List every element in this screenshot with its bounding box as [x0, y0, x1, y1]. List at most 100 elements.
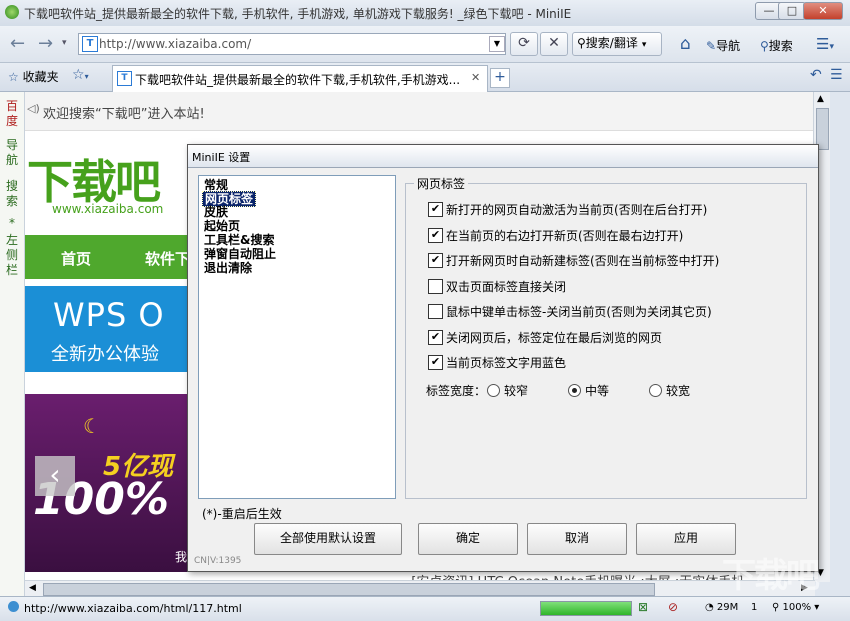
- zoom-icon: ⚲: [772, 602, 780, 613]
- menu-icon[interactable]: ☰▾: [816, 35, 834, 53]
- option-checkbox[interactable]: [428, 304, 443, 319]
- site-nav-home[interactable]: 首页: [61, 248, 91, 269]
- group-title: 网页标签: [414, 175, 469, 192]
- memory-usage: ◔ 29M: [705, 602, 738, 613]
- favorites-label: 收藏夹: [22, 70, 59, 84]
- undo-close-icon[interactable]: ↶: [810, 67, 822, 83]
- tab-width-label: 标签宽度：: [426, 384, 487, 398]
- nav-link-search[interactable]: ⚲搜索: [760, 37, 793, 54]
- scroll-up-icon[interactable]: ▲: [817, 94, 824, 104]
- favorites-button[interactable]: ☆ 收藏夹: [8, 68, 59, 85]
- tab-width-radio-medium[interactable]: [568, 384, 581, 397]
- site-logo[interactable]: 下载吧 www.xiazaiba.com: [25, 144, 187, 224]
- progress-fill: [541, 602, 631, 615]
- sidebar-item-left-panel[interactable]: 左侧栏: [5, 233, 19, 278]
- option-label: 新打开的网页自动激活为当前页(否则在后台打开): [446, 203, 708, 217]
- option-label: 双击页面标签直接关闭: [446, 280, 567, 294]
- option-label: 在当前页的右边打开新页(否则在最右边打开): [446, 229, 684, 243]
- restart-note: (*)-重启后生效: [202, 507, 282, 521]
- option-label: 鼠标中键单击标签-关闭当前页(否则为关闭其它页): [446, 305, 712, 319]
- chevron-down-icon: ▾: [641, 40, 647, 50]
- search-translate-button[interactable]: ⚲搜索/翻译 ▾: [572, 32, 662, 56]
- site-nav-software[interactable]: 软件下: [145, 248, 190, 269]
- restore-defaults-button[interactable]: 全部使用默认设置: [254, 523, 402, 555]
- star-icon: ☆: [8, 70, 19, 84]
- search-translate-label: 搜索/翻译: [585, 36, 638, 50]
- option-checkbox[interactable]: [428, 279, 443, 294]
- category-popup-block[interactable]: 弹窗自动阻止: [202, 247, 278, 261]
- sidebar-item-baidu[interactable]: 百度: [5, 99, 19, 129]
- wps-brand: WPS O: [53, 296, 165, 334]
- ok-button[interactable]: 确定: [418, 523, 518, 555]
- tab-width-radio-narrow[interactable]: [487, 384, 500, 397]
- close-button[interactable]: ✕: [803, 2, 843, 20]
- wps-subtitle: 全新办公体验: [51, 344, 159, 365]
- dialog-title: MiniIE 设置: [192, 151, 251, 164]
- wps-ad[interactable]: WPS O 全新办公体验: [25, 286, 187, 372]
- tab-favicon-icon: T: [117, 71, 132, 86]
- address-dropdown-icon[interactable]: ▼: [489, 36, 505, 52]
- tab-count: 1: [751, 602, 758, 613]
- guide-label: 导航: [716, 39, 741, 53]
- category-list[interactable]: 常规 网页标签 皮肤 起始页 工具栏&搜索 弹窗自动阻止 退出清除: [198, 175, 396, 499]
- forward-icon[interactable]: →: [38, 33, 53, 54]
- zoom-level[interactable]: ⚲ 100% ▾: [772, 602, 819, 613]
- welcome-banner: ◁) 欢迎搜索“下载吧”进入本站! 登: [25, 92, 830, 131]
- scroll-left-icon[interactable]: ◀: [29, 583, 36, 593]
- category-toolbar-search[interactable]: 工具栏&搜索: [202, 233, 276, 247]
- back-icon[interactable]: ←: [10, 33, 25, 54]
- address-bar[interactable]: T http://www.xiazaiba.com/ ▼: [78, 33, 506, 55]
- hscroll-thumb[interactable]: [43, 583, 655, 596]
- horizontal-scrollbar[interactable]: ◀ ▶: [25, 580, 815, 597]
- option-label: 当前页标签文字用蓝色: [446, 356, 567, 370]
- apply-button[interactable]: 应用: [636, 523, 736, 555]
- sidebar-item-guide[interactable]: 导航: [5, 138, 19, 168]
- option-label: 关闭网页后，标签定位在最后浏览的网页: [446, 331, 663, 345]
- zoom-value: 100%: [782, 602, 812, 613]
- sidebar-item-star: *: [9, 216, 15, 230]
- category-start-page[interactable]: 起始页: [202, 219, 242, 233]
- option-checkbox[interactable]: ✔: [428, 202, 443, 217]
- tab-active[interactable]: T 下载吧软件站_提供最新最全的软件下载,手机软件,手机游戏... ✕: [112, 65, 488, 92]
- status-url: http://www.xiazaiba.com/html/117.html: [24, 602, 242, 615]
- home-icon[interactable]: ⌂: [680, 34, 691, 54]
- option-checkbox[interactable]: ✔: [428, 228, 443, 243]
- option-label: 打开新网页时自动新建标签(否则在当前标签中打开): [446, 254, 720, 268]
- speaker-icon: ◁): [27, 102, 40, 115]
- dialog-title-bar[interactable]: MiniIE 设置: [188, 145, 818, 168]
- option-checkbox[interactable]: ✔: [428, 355, 443, 370]
- tab-close-icon[interactable]: ✕: [471, 71, 480, 84]
- no-image-icon[interactable]: ⊘: [668, 600, 678, 614]
- slider-prev-button[interactable]: ‹: [35, 456, 75, 496]
- address-input[interactable]: http://www.xiazaiba.com/: [99, 37, 251, 51]
- watermark-logo: 下载吧: [722, 556, 820, 596]
- settings-dialog: MiniIE 设置 常规 网页标签 皮肤 起始页 工具栏&搜索 弹窗自动阻止 退…: [187, 144, 819, 572]
- add-favorite-icon[interactable]: ☆▾: [72, 67, 89, 83]
- stop-button[interactable]: ✕: [540, 32, 568, 56]
- option-checkbox[interactable]: ✔: [428, 330, 443, 345]
- history-dropdown-icon[interactable]: ▾: [62, 38, 67, 48]
- maximize-button[interactable]: □: [778, 2, 806, 20]
- version-label: CN|V:1395: [194, 556, 242, 566]
- browser-logo-icon: [5, 5, 19, 19]
- page-load-progress: [540, 601, 632, 616]
- option-checkbox[interactable]: ✔: [428, 253, 443, 268]
- category-general[interactable]: 常规: [202, 178, 230, 192]
- cancel-button[interactable]: 取消: [527, 523, 627, 555]
- tab-width-radio-wide[interactable]: [649, 384, 662, 397]
- category-skin[interactable]: 皮肤: [202, 205, 230, 219]
- window-title: 下载吧软件站_提供最新最全的软件下载, 手机软件, 手机游戏, 单机游戏下载服务…: [24, 7, 572, 21]
- search-icon: ⚲: [577, 36, 586, 50]
- new-tab-button[interactable]: +: [490, 68, 510, 88]
- sidebar-item-search[interactable]: 搜索: [5, 179, 19, 209]
- tab-list-icon[interactable]: ☰: [830, 67, 843, 83]
- tab-width-option-narrow: 较窄: [504, 384, 529, 398]
- tab-width-option-wide: 较宽: [666, 384, 691, 398]
- moon-icon: ☾: [83, 414, 101, 438]
- magnifier-icon: ⚲: [760, 39, 769, 53]
- refresh-button[interactable]: ⟳: [510, 32, 538, 56]
- category-exit-clear[interactable]: 退出清除: [202, 261, 254, 275]
- memory-icon: ◔: [705, 602, 714, 613]
- blocked-popup-icon[interactable]: ⊠: [638, 600, 648, 614]
- nav-link-guide[interactable]: ✎导航: [706, 37, 740, 54]
